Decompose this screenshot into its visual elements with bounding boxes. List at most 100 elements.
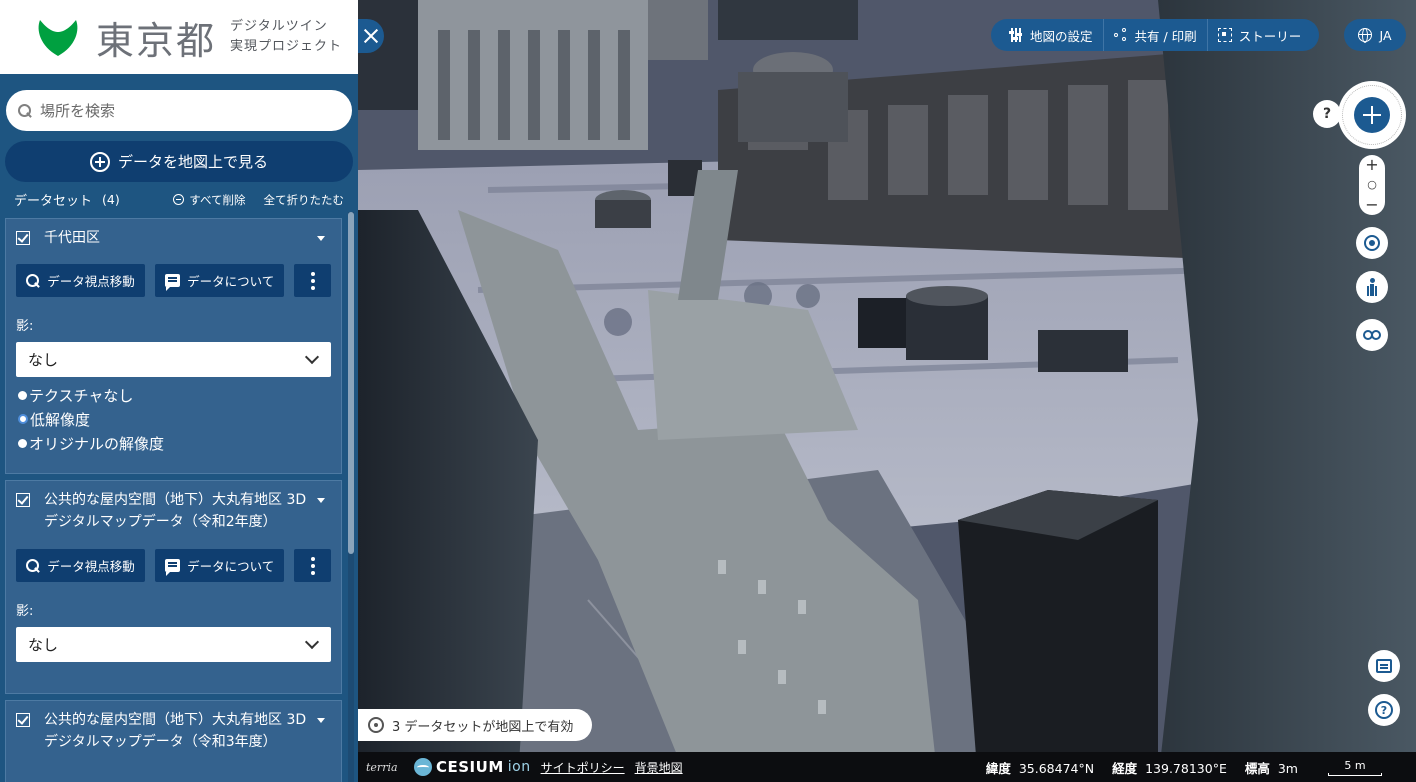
compare-split-button[interactable] — [1356, 319, 1388, 351]
help-button[interactable]: ? — [1368, 694, 1400, 726]
clear-all-button[interactable]: すべて削除 — [173, 192, 246, 208]
radio-original-resolution[interactable]: オリジナルの解像度 — [6, 431, 341, 455]
more-options-button[interactable] — [294, 549, 331, 582]
dataset-name: 公共的な屋内空間（地下）大丸有地区 3Dデジタルマップデータ（令和2年度） — [44, 492, 307, 530]
dataset-card: 公共的な屋内空間（地下）大丸有地区 3Dデジタルマップデータ（令和3年度） — [5, 700, 342, 782]
cesium-label: CESIUM — [436, 758, 504, 776]
sliders-icon — [1009, 28, 1023, 42]
zoom-to-data-label: データ視点移動 — [47, 559, 135, 574]
latitude-label: 緯度 — [985, 760, 1011, 776]
expand-caret-icon[interactable] — [317, 718, 325, 723]
dataset-card-header: 千代田区 — [6, 219, 341, 249]
site-policy-link[interactable]: サイトポリシー — [541, 759, 625, 776]
story-icon — [1217, 28, 1232, 42]
sidebar: 東京都 デジタルツイン 実現プロジェクト データを地図上で見る データセット (… — [0, 0, 358, 782]
basemap-link[interactable]: 背景地図 — [635, 759, 683, 776]
feedback-button[interactable] — [1368, 650, 1400, 682]
dataset-actions: データ視点移動 データについて — [6, 264, 341, 297]
zoom-control: + ○ − — [1359, 155, 1385, 215]
altitude-label: 標高 — [1244, 760, 1270, 776]
longitude-readout: 経度 139.78130°E — [1112, 758, 1227, 777]
expand-caret-icon[interactable] — [317, 236, 325, 241]
dataset-count: (4) — [102, 192, 120, 207]
language-button[interactable]: JA — [1344, 19, 1406, 51]
story-label: ストーリー — [1238, 28, 1302, 44]
dataset-visibility-checkbox[interactable] — [16, 231, 30, 245]
radio-low-resolution[interactable]: 低解像度 — [6, 407, 341, 431]
more-vert-icon — [310, 556, 315, 575]
dataset-name: 千代田区 — [44, 230, 100, 246]
zoom-in-button[interactable]: + — [1365, 157, 1378, 173]
cesium-ion-logo[interactable]: CESIUM ion — [414, 758, 531, 776]
zoom-reset-button[interactable]: ○ — [1367, 177, 1377, 193]
tokyo-leaf-logo — [38, 20, 78, 56]
zoom-to-data-label: データ視点移動 — [47, 274, 135, 289]
pedestrian-mode-button[interactable] — [1356, 271, 1388, 303]
latitude-value: 35.68474°N — [1018, 760, 1095, 776]
share-print-button[interactable]: 共有 / 印刷 — [1104, 19, 1207, 51]
remove-circle-icon — [173, 194, 185, 205]
dataset-card-header: 公共的な屋内空間（地下）大丸有地区 3Dデジタルマップデータ（令和3年度） — [6, 701, 341, 753]
search-icon — [26, 273, 40, 288]
close-icon — [364, 29, 378, 43]
brand-header[interactable]: 東京都 デジタルツイン 実現プロジェクト — [0, 0, 358, 74]
dataset-visibility-checkbox[interactable] — [16, 493, 30, 507]
search-input[interactable] — [40, 101, 320, 120]
expand-caret-icon[interactable] — [317, 498, 325, 503]
zoom-to-data-button[interactable]: データ視点移動 — [16, 549, 146, 582]
radio-no-texture[interactable]: テクスチャなし — [6, 383, 341, 407]
bottom-status-bar: terria CESIUM ion サイトポリシー 背景地図 緯度 35.6847… — [358, 752, 1416, 782]
radio-indicator — [18, 390, 27, 400]
collapse-all-button[interactable]: 全て折りたたむ — [264, 192, 345, 208]
zoom-out-button[interactable]: − — [1365, 197, 1378, 213]
story-button[interactable]: ストーリー — [1208, 19, 1312, 51]
shadow-select[interactable]: なし — [16, 627, 331, 662]
altitude-value: 3m — [1277, 760, 1298, 776]
search-box[interactable] — [6, 90, 352, 131]
about-data-button[interactable]: データについて — [155, 549, 285, 582]
dataset-card: 公共的な屋内空間（地下）大丸有地区 3Dデジタルマップデータ（令和2年度） デー… — [5, 480, 342, 694]
search-icon — [26, 558, 40, 573]
split-compare-icon — [1363, 330, 1381, 340]
move-icon — [1354, 97, 1390, 133]
my-location-button[interactable] — [1356, 227, 1388, 259]
brand-subtitle-line2: 実現プロジェクト — [230, 39, 343, 54]
dataset-card-header: 公共的な屋内空間（地下）大丸有地区 3Dデジタルマップデータ（令和2年度） — [6, 481, 341, 533]
comment-icon — [165, 559, 181, 576]
navigation-help-button[interactable]: ? — [1313, 100, 1341, 128]
scale-bar — [1328, 772, 1382, 776]
map-3d-view[interactable] — [358, 0, 1416, 782]
coordinates-readout: 緯度 35.68474°N 経度 139.78130°E 標高 3m — [986, 758, 1298, 777]
brand-subtitle-line1: デジタルツイン — [230, 19, 328, 34]
help-icon: ? — [1375, 701, 1393, 719]
compass-control[interactable] — [1338, 81, 1406, 149]
dataset-visibility-checkbox[interactable] — [16, 713, 30, 727]
dataset-actions: データ視点移動 データについて — [6, 549, 341, 582]
more-options-button[interactable] — [294, 264, 331, 297]
cesium-icon — [414, 758, 432, 776]
altitude-readout: 標高 3m — [1245, 758, 1298, 777]
shadow-label: 影: — [16, 319, 34, 334]
shadow-label: 影: — [16, 604, 34, 619]
location-target-icon — [1364, 235, 1380, 251]
feedback-icon — [1376, 659, 1392, 673]
map-settings-button[interactable]: 地図の設定 — [999, 19, 1103, 51]
dataset-card: 千代田区 データ視点移動 データについて 影: なし テクスチャなし 低解像度 … — [5, 218, 342, 474]
about-data-button[interactable]: データについて — [155, 264, 285, 297]
shadow-select-value: なし — [28, 351, 59, 369]
sidebar-scrollbar-thumb[interactable] — [348, 212, 354, 554]
active-datasets-indicator[interactable]: 3 データセットが地図上で有効 — [358, 709, 592, 741]
texture-radio-group: テクスチャなし 低解像度 オリジナルの解像度 — [6, 383, 341, 455]
view-data-label: データを地図上で見る — [117, 153, 268, 171]
view-data-on-map-button[interactable]: データを地図上で見る — [5, 141, 353, 182]
dataset-header: データセット (4) すべて削除 全て折りたたむ — [14, 190, 344, 209]
shadow-select[interactable]: なし — [16, 342, 331, 377]
add-circle-icon — [89, 151, 110, 172]
chevron-down-icon — [304, 349, 320, 364]
terria-logo[interactable]: terria — [366, 761, 406, 774]
distance-scale: 5 m — [1328, 759, 1382, 776]
zoom-to-data-button[interactable]: データ視点移動 — [16, 264, 146, 297]
brand-logo-text: 東京都 — [96, 18, 217, 63]
shadow-select-value: なし — [28, 636, 59, 654]
person-icon — [1365, 278, 1379, 296]
